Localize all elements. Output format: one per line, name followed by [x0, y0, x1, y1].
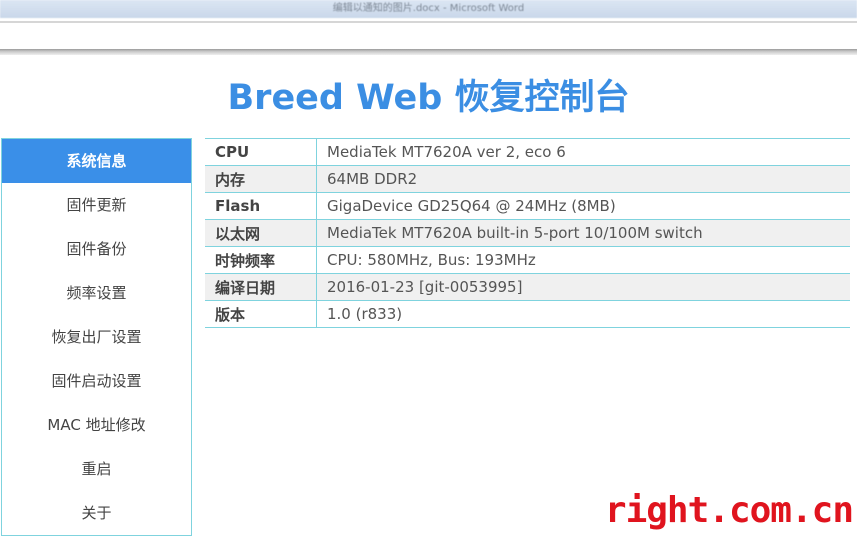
row-key-memory: 内存 [205, 165, 317, 193]
sidebar-item-boot-settings[interactable]: 固件启动设置 [2, 359, 191, 403]
row-key-cpu: CPU [205, 138, 317, 166]
row-key-version: 版本 [205, 300, 317, 328]
system-info-table: CPU MediaTek MT7620A ver 2, eco 6 内存 64M… [205, 138, 850, 328]
ruler-divider [0, 49, 857, 55]
table-row: 版本 1.0 (r833) [205, 300, 850, 328]
window-title-bar: 编辑以通知的图片.docx - Microsoft Word [0, 0, 857, 18]
row-value-memory: 64MB DDR2 [316, 165, 850, 193]
watermark: right.com.cn [604, 490, 854, 531]
sidebar-item-factory-reset[interactable]: 恢复出厂设置 [2, 315, 191, 359]
sidebar-item-firmware-backup[interactable]: 固件备份 [2, 227, 191, 271]
row-key-ethernet: 以太网 [205, 219, 317, 247]
sidebar-nav: 系统信息 固件更新 固件备份 频率设置 恢复出厂设置 固件启动设置 MAC 地址… [1, 138, 192, 536]
row-value-flash: GigaDevice GD25Q64 @ 24MHz (8MB) [316, 192, 850, 220]
table-row: CPU MediaTek MT7620A ver 2, eco 6 [205, 138, 850, 166]
row-key-flash: Flash [205, 192, 317, 220]
sidebar-item-mac-address[interactable]: MAC 地址修改 [2, 403, 191, 447]
toolbar-divider [0, 21, 857, 23]
row-value-cpu: MediaTek MT7620A ver 2, eco 6 [316, 138, 850, 166]
table-row: Flash GigaDevice GD25Q64 @ 24MHz (8MB) [205, 192, 850, 220]
sidebar-item-about[interactable]: 关于 [2, 491, 191, 535]
sidebar-item-frequency-settings[interactable]: 频率设置 [2, 271, 191, 315]
sidebar-item-firmware-update[interactable]: 固件更新 [2, 183, 191, 227]
row-value-clock: CPU: 580MHz, Bus: 193MHz [316, 246, 850, 274]
row-key-clock: 时钟频率 [205, 246, 317, 274]
row-key-build-date: 编译日期 [205, 273, 317, 301]
page-title: Breed Web 恢复控制台 [227, 78, 630, 118]
table-row: 时钟频率 CPU: 580MHz, Bus: 193MHz [205, 246, 850, 274]
table-row: 内存 64MB DDR2 [205, 165, 850, 193]
table-row: 以太网 MediaTek MT7620A built-in 5-port 10/… [205, 219, 850, 247]
table-row: 编译日期 2016-01-23 [git-0053995] [205, 273, 850, 301]
row-value-build-date: 2016-01-23 [git-0053995] [316, 273, 850, 301]
sidebar-item-system-info[interactable]: 系统信息 [2, 139, 191, 183]
sidebar-item-reboot[interactable]: 重启 [2, 447, 191, 491]
row-value-ethernet: MediaTek MT7620A built-in 5-port 10/100M… [316, 219, 850, 247]
row-value-version: 1.0 (r833) [316, 300, 850, 328]
window-title: 编辑以通知的图片.docx - Microsoft Word [332, 3, 525, 14]
